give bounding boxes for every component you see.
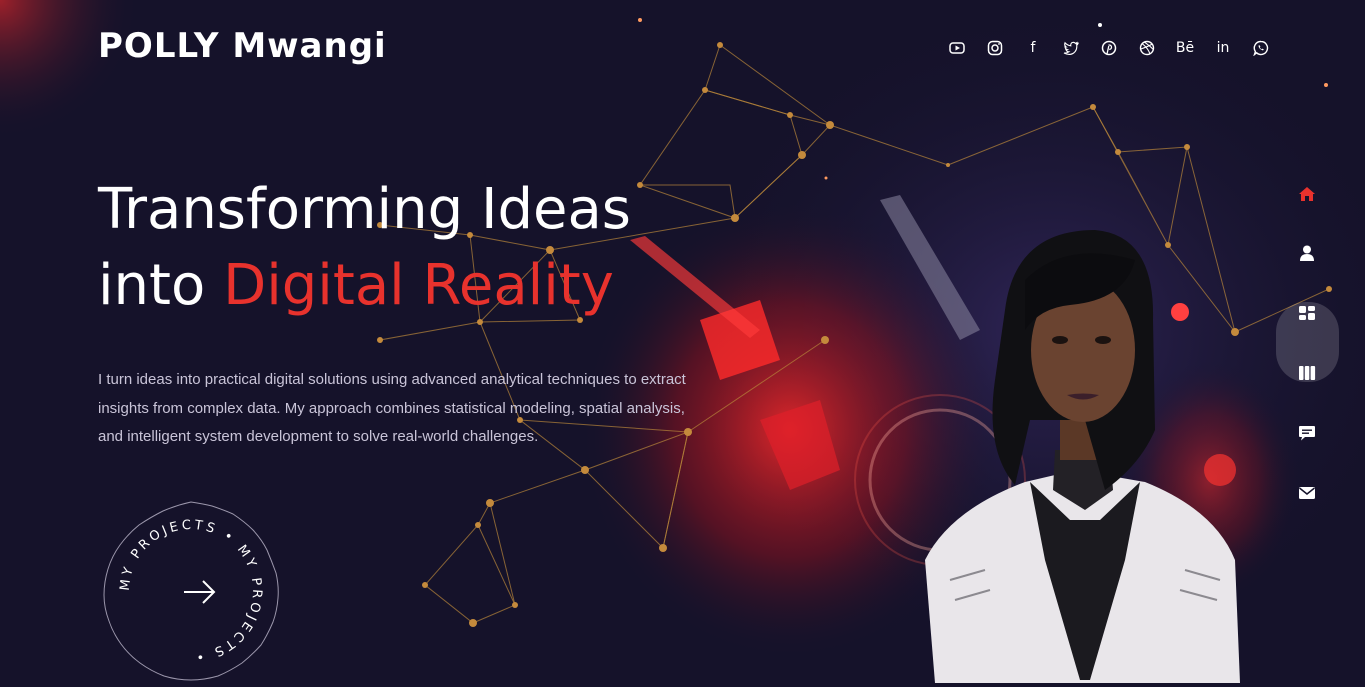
portfolio-icon[interactable] — [1296, 362, 1318, 384]
dribbble-icon[interactable] — [1136, 38, 1158, 58]
youtube-icon[interactable] — [946, 38, 968, 58]
facebook-icon[interactable]: f — [1022, 38, 1044, 58]
brand-logo[interactable]: POLLY Mwangi — [98, 26, 387, 66]
chat-icon[interactable] — [1296, 422, 1318, 444]
behance-icon[interactable]: Bē — [1174, 38, 1196, 58]
my-projects-button[interactable]: MY PROJECTS • MY PROJECTS • — [100, 500, 282, 682]
hero-description: I turn ideas into practical digital solu… — [98, 371, 686, 445]
hero-title-accent: Digital Reality — [223, 253, 614, 318]
instagram-icon[interactable] — [984, 38, 1006, 58]
social-links: f Bē in — [946, 38, 1272, 58]
twitter-icon[interactable] — [1060, 38, 1082, 58]
linkedin-icon[interactable]: in — [1212, 38, 1234, 58]
home-icon[interactable] — [1296, 183, 1318, 205]
hero-title-line1: Transforming Ideas — [98, 177, 631, 242]
profile-portrait — [925, 230, 1240, 683]
user-icon[interactable] — [1296, 242, 1318, 264]
whatsapp-icon[interactable] — [1250, 38, 1272, 58]
mail-icon[interactable] — [1296, 482, 1318, 504]
services-icon[interactable] — [1296, 302, 1318, 324]
hero-title-line2-prefix: into — [98, 253, 224, 318]
pinterest-icon[interactable] — [1098, 38, 1120, 58]
hero-title: Transforming Ideas into Digital Reality — [98, 172, 631, 324]
